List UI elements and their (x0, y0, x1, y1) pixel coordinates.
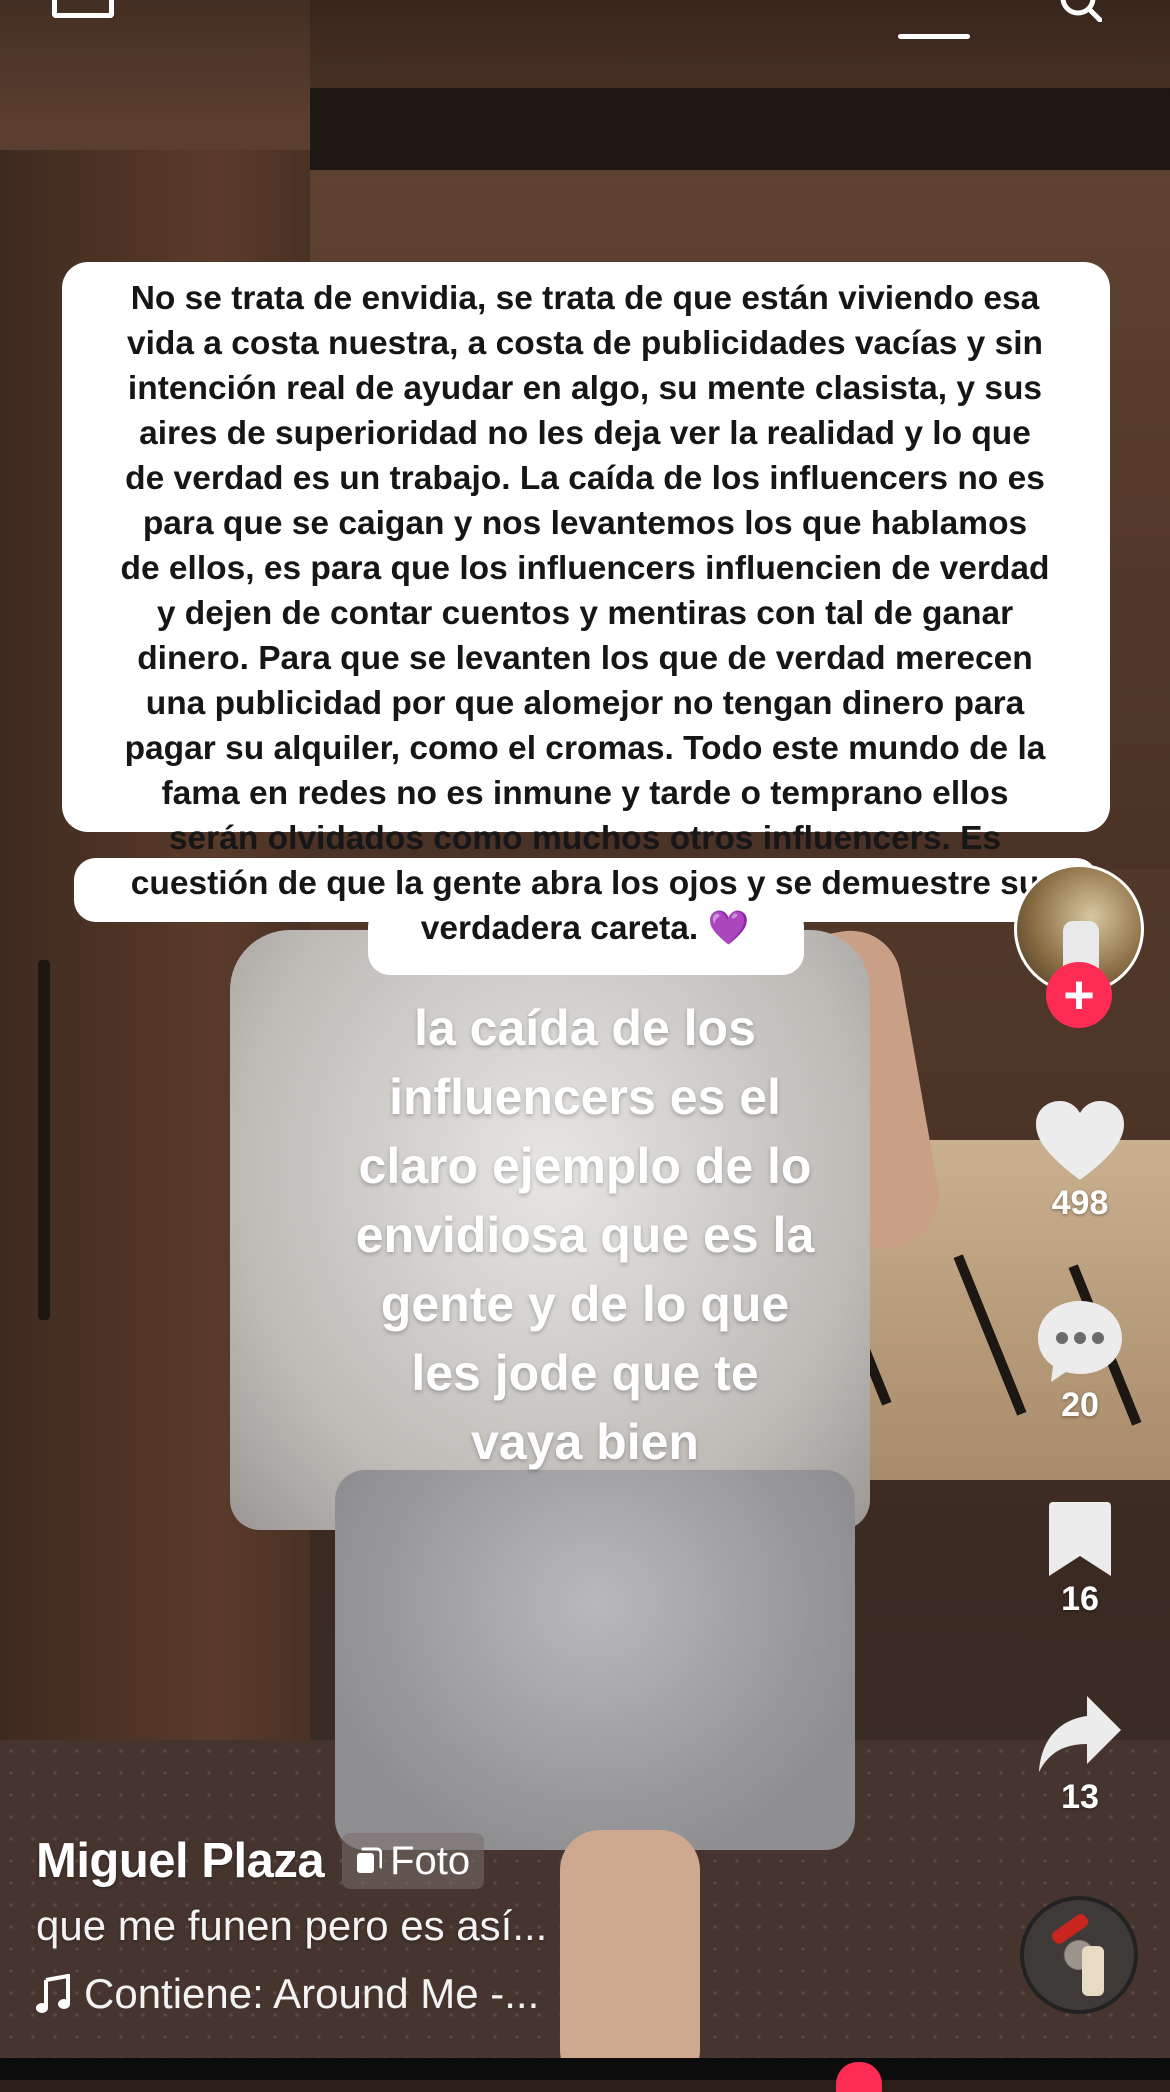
photo-badge-label: Foto (390, 1838, 471, 1883)
username-row: Miguel Plaza Foto (36, 1828, 986, 1894)
photo-overlay-text: la caída de los influencers es el claro … (235, 994, 935, 1477)
overlay-line: envidiosa que es la (355, 1207, 815, 1263)
comment-line: de ellos, es para que los influencers in… (120, 550, 1050, 587)
comment-count: 20 (1061, 1386, 1099, 1424)
save-button[interactable]: 16 (1020, 1500, 1140, 1619)
photo-stack-icon (357, 1847, 383, 1873)
comment-line: para que se caigan y nos levantemos los … (142, 505, 1028, 542)
cabinet-handle (38, 960, 50, 1320)
overlay-line: les jode que te (411, 1345, 759, 1401)
overlay-line: vaya bien (471, 1414, 699, 1470)
share-count: 13 (1061, 1778, 1099, 1816)
overlay-line: claro ejemplo de lo (358, 1138, 812, 1194)
like-count: 498 (1051, 1184, 1109, 1222)
overlay-line: influencers es el (389, 1069, 781, 1125)
save-count: 16 (1061, 1580, 1099, 1618)
comment-line: fama en redes no es inmune y tarde o tem… (161, 775, 1009, 812)
share-arrow-icon (1039, 1696, 1121, 1772)
post-info: Miguel Plaza Foto que me funen pero es a… (36, 1828, 986, 2018)
music-note-icon (36, 1974, 70, 2013)
comment-line: No se trata de envidia, se trata de que … (130, 280, 1040, 317)
creator-username[interactable]: Miguel Plaza (36, 1833, 325, 1889)
comment-line: y dejen de contar cuentos y mentiras con… (156, 595, 1014, 632)
person-shorts (335, 1470, 855, 1850)
follow-button[interactable]: + (1046, 962, 1112, 1028)
live-tv-icon[interactable] (52, 0, 114, 18)
comment-line: una publicidad por que alomejor no tenga… (145, 685, 1025, 722)
bookmark-icon (1049, 1502, 1111, 1576)
overlay-line: la caída de los (414, 1000, 756, 1056)
comment-button[interactable]: 20 (1020, 1298, 1140, 1425)
like-button[interactable]: 498 (1020, 1100, 1140, 1223)
music-disc-art (1049, 1911, 1091, 1947)
bottom-nav-bar (0, 2058, 1170, 2080)
comment-line: vida a costa nuestra, a costa de publici… (126, 325, 1044, 362)
comment-line: serán olvidados como muchos otros influe… (168, 820, 1002, 857)
music-title: Contiene: Around Me -... (84, 1970, 540, 2017)
music-disc[interactable] (1020, 1896, 1138, 2014)
music-disc-figure (1082, 1946, 1104, 1996)
comment-line: verdadera careta. 💜 (420, 910, 750, 947)
photo-badge: Foto (342, 1833, 485, 1889)
active-tab-indicator (898, 34, 970, 39)
comment-line: cuestión de que la gente abra los ojos y… (130, 865, 1040, 902)
heart-icon (1036, 1101, 1124, 1180)
comment-line: dinero. Para que se levanten los que de … (137, 640, 1033, 677)
search-icon[interactable] (1058, 0, 1102, 22)
music-row[interactable]: Contiene: Around Me -... (36, 1970, 986, 2018)
comment-line: aires de superioridad no les deja ver la… (139, 415, 1031, 452)
overlay-line: gente y de lo que (380, 1276, 790, 1332)
comment-icon (1038, 1301, 1122, 1382)
comment-line: intención real de ayudar en algo, su men… (127, 370, 1043, 407)
comment-line: pagar su alquiler, como el cromas. Todo … (124, 730, 1046, 767)
post-caption[interactable]: que me funen pero es así... (36, 1902, 986, 1950)
comment-line: de verdad es un trabajo. La caída de los… (125, 460, 1045, 497)
top-bar (0, 0, 1170, 40)
share-button[interactable]: 13 (1020, 1694, 1140, 1817)
